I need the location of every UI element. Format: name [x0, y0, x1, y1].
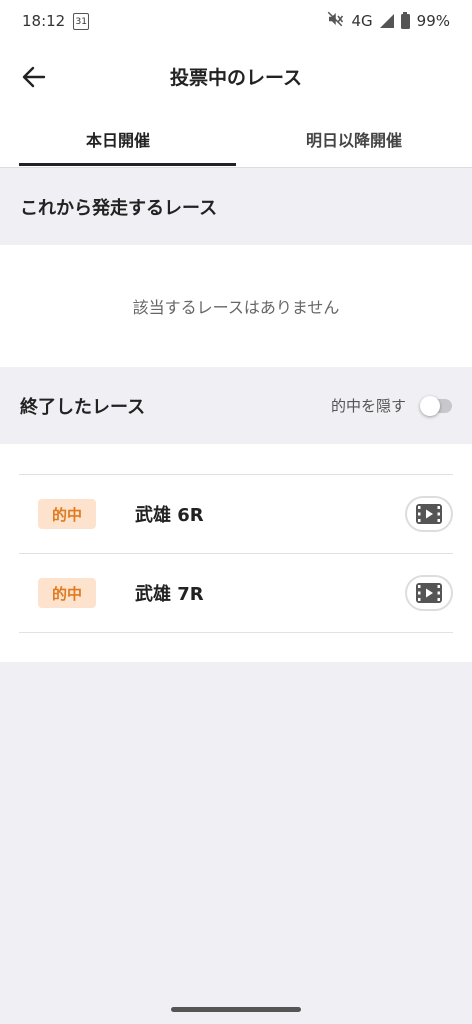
- hide-hits-label: 的中を隠す: [330, 397, 406, 415]
- battery-icon: [400, 11, 410, 29]
- video-icon: [416, 504, 442, 524]
- toggle-knob: [420, 395, 440, 416]
- video-button[interactable]: [405, 496, 453, 532]
- calendar-icon: 31: [73, 12, 90, 30]
- video-icon: [416, 583, 442, 603]
- video-button[interactable]: [405, 575, 453, 611]
- hide-hits-control: 的中を隠す: [331, 395, 452, 416]
- app-header: 投票中のレース 本日開催 明日以降開催: [0, 42, 472, 168]
- race-row[interactable]: 的中 武雄 6R: [19, 474, 453, 553]
- finished-section-title: 終了したレース: [20, 396, 146, 418]
- list-divider: [19, 632, 453, 633]
- upcoming-empty-state: 該当するレースはありません: [0, 245, 472, 367]
- race-name: 武雄 7R: [135, 584, 204, 605]
- page-title: 投票中のレース: [169, 67, 303, 89]
- hit-badge: 的中: [38, 578, 96, 608]
- hit-badge: 的中: [38, 499, 96, 529]
- finished-race-list: 的中 武雄 6R 的中 武雄 7R: [0, 444, 472, 662]
- upcoming-section-title: これから発走するレース: [20, 197, 218, 219]
- race-name: 武雄 6R: [135, 505, 204, 526]
- battery-level: 99%: [416, 12, 450, 30]
- status-bar: 18:12 31 4G 99%: [0, 0, 472, 42]
- signal-icon: [379, 14, 394, 28]
- tab-today[interactable]: 本日開催: [0, 112, 236, 168]
- hide-hits-toggle[interactable]: [420, 395, 452, 416]
- home-indicator[interactable]: [171, 1007, 301, 1012]
- mute-icon: [326, 10, 344, 32]
- empty-message: 該当するレースはありません: [132, 298, 340, 317]
- finished-section-header: 終了したレース 的中を隠す: [0, 367, 472, 444]
- race-row[interactable]: 的中 武雄 7R: [19, 553, 453, 632]
- upcoming-section-header: これから発走するレース: [0, 168, 472, 245]
- network-type: 4G: [351, 12, 373, 30]
- status-time: 18:12: [22, 12, 66, 30]
- tab-bar: 本日開催 明日以降開催: [0, 112, 472, 168]
- tab-tomorrow-onward[interactable]: 明日以降開催: [236, 112, 472, 168]
